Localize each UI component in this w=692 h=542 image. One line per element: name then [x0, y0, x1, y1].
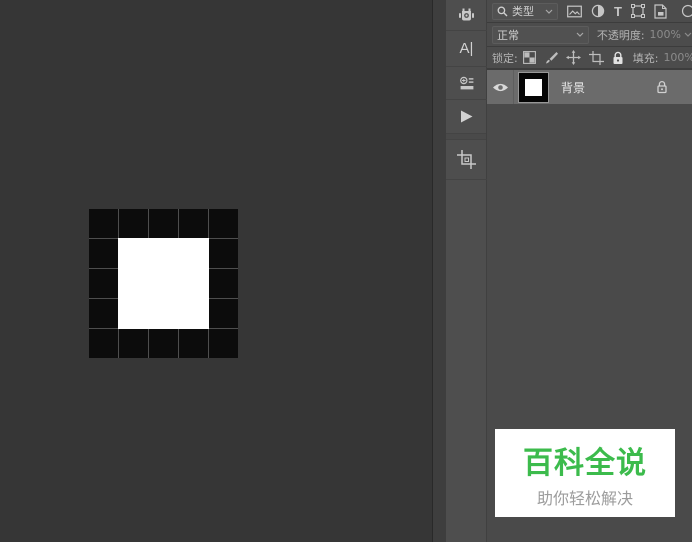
- visibility-toggle[interactable]: [487, 70, 514, 104]
- dock-button-character-panel[interactable]: A|: [446, 31, 487, 67]
- layer-thumbnail-art: [525, 78, 542, 96]
- dock-button-robot[interactable]: [446, 0, 487, 31]
- half-circle-icon: [591, 4, 605, 18]
- layer-filter-kind-label: 类型: [512, 5, 534, 18]
- eye-icon: [492, 83, 508, 91]
- filter-icon-group: T: [567, 4, 692, 19]
- shape-rect-icon: [631, 4, 645, 18]
- pixel-cell: [179, 209, 208, 238]
- dock-group-separator: [446, 133, 486, 140]
- pixel-cell: [119, 299, 148, 328]
- panel-dock: A|: [446, 0, 487, 542]
- pixel-cell: [119, 329, 148, 358]
- dock-button-crop[interactable]: [446, 140, 487, 180]
- pixel-cell: [179, 239, 208, 268]
- lock-pixels-button[interactable]: [544, 51, 558, 65]
- pixel-cell: [89, 269, 118, 298]
- type-filter-icon: T: [614, 3, 622, 19]
- fill-value: 100%: [663, 51, 692, 64]
- filter-shape-layers-button[interactable]: [631, 4, 645, 18]
- chevron-down-icon: [545, 9, 553, 14]
- padlock-icon: [613, 51, 623, 64]
- lock-artboard-button[interactable]: [588, 50, 604, 65]
- pixel-cell: [179, 269, 208, 298]
- pixel-cell: [119, 209, 148, 238]
- layer-filter-dropdown[interactable]: 类型: [492, 2, 559, 20]
- panel-divider[interactable]: [432, 0, 446, 542]
- layer-row-background[interactable]: 背景: [487, 70, 692, 104]
- pixel-art-grid: [89, 209, 238, 358]
- photoshop-window: A| 类型 T 正常 不透明度: 100% 锁定: 填充: 100% 背景 百科…: [0, 0, 692, 542]
- pixel-cell: [89, 209, 118, 238]
- pixel-cell: [149, 209, 178, 238]
- pixel-cell: [149, 239, 178, 268]
- layer-lock-icon: [656, 80, 668, 94]
- move-arrows-icon: [565, 50, 581, 65]
- pixel-cell: [179, 329, 208, 358]
- dock-button-actions[interactable]: [446, 100, 487, 133]
- chevron-down-icon: [576, 32, 584, 37]
- artboard-frame-icon: [588, 50, 604, 65]
- filter-smart-objects-button[interactable]: [654, 3, 667, 19]
- opacity-value-field[interactable]: 100%: [650, 28, 692, 41]
- play-icon: [461, 110, 473, 123]
- brush-icon: [545, 51, 558, 63]
- lock-label: 锁定:: [492, 51, 518, 65]
- pixel-cell: [209, 269, 238, 298]
- filter-type-layers-button[interactable]: T: [614, 4, 622, 19]
- opacity-value: 100%: [649, 28, 681, 41]
- checkerboard-icon: [522, 51, 536, 64]
- libraries-icon: [459, 76, 473, 89]
- fill-label: 填充:: [632, 51, 659, 65]
- layers-panel: 类型 T 正常 不透明度: 100% 锁定: 填充: 100% 背景 百科全说 …: [487, 0, 692, 542]
- pixel-cell: [149, 299, 178, 328]
- lock-all-button[interactable]: [612, 51, 624, 65]
- image-icon: [567, 5, 582, 17]
- layer-filter-row: 类型 T: [487, 0, 692, 23]
- fill-value-field[interactable]: 100%: [663, 51, 692, 64]
- lock-transparency-button[interactable]: [522, 51, 536, 64]
- watermark-title: 百科全说: [523, 446, 647, 481]
- pixel-cell: [89, 239, 118, 268]
- pixel-cell: [119, 239, 148, 268]
- watermark-subtitle: 助你轻松解决: [536, 489, 633, 508]
- pixel-cell: [209, 209, 238, 238]
- pixel-cell: [149, 269, 178, 298]
- watermark: 百科全说 助你轻松解决: [495, 429, 675, 517]
- pixel-cell: [209, 239, 238, 268]
- search-icon: [497, 6, 508, 16]
- partial-filter-icon: [681, 4, 692, 18]
- blend-mode-value: 正常: [497, 28, 519, 42]
- opacity-label: 不透明度:: [596, 28, 645, 42]
- smart-object-icon: [654, 3, 667, 19]
- blend-mode-dropdown[interactable]: 正常: [492, 25, 589, 44]
- pixel-cell: [149, 329, 178, 358]
- filter-extra-button[interactable]: [678, 4, 692, 18]
- pixel-cell: [119, 269, 148, 298]
- pixel-cell: [209, 299, 238, 328]
- lock-row: 锁定: 填充: 100%: [487, 47, 692, 70]
- crop-icon: [457, 150, 476, 169]
- layer-name: 背景: [561, 80, 586, 95]
- canvas[interactable]: [0, 0, 432, 542]
- pixel-cell: [209, 329, 238, 358]
- pixel-cell: [179, 299, 208, 328]
- layer-thumbnail[interactable]: [518, 71, 549, 103]
- chevron-down-icon: [684, 32, 692, 37]
- lock-icon-group: [522, 50, 624, 65]
- character-panel-icon: A|: [459, 40, 474, 57]
- dock-button-libraries[interactable]: [446, 67, 487, 100]
- robot-icon: [459, 8, 474, 21]
- blend-row: 正常 不透明度: 100%: [487, 23, 692, 47]
- lock-position-button[interactable]: [565, 50, 581, 65]
- filter-pixel-layers-button[interactable]: [567, 5, 582, 18]
- pixel-cell: [89, 329, 118, 358]
- pixel-cell: [89, 299, 118, 328]
- filter-adjustment-layers-button[interactable]: [591, 4, 605, 18]
